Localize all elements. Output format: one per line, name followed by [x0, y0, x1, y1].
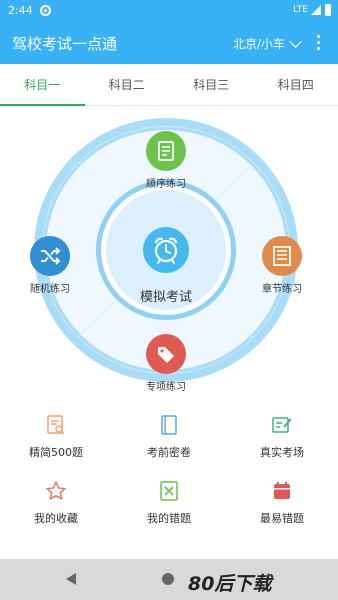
subject-tabs: 科目一 科目二 科目三 科目四 — [0, 64, 338, 106]
most-mistaken-label: 最易错题 — [260, 512, 304, 525]
real-exam-room-label: 真实考场 — [260, 446, 304, 459]
network-type: LTE — [293, 5, 308, 15]
tag-icon — [146, 334, 186, 374]
signal-icon — [311, 5, 321, 15]
document-icon — [146, 131, 186, 171]
pre-exam-paper-button[interactable]: 考前密卷 — [113, 414, 225, 460]
my-favorites-label: 我的收藏 — [34, 512, 78, 525]
back-icon[interactable] — [66, 573, 76, 585]
city-label: 北京/小车 — [233, 37, 286, 51]
real-exam-room-button[interactable]: 真实考场 — [226, 414, 338, 460]
city-picker[interactable]: 北京/小车 — [233, 34, 302, 52]
my-mistakes-label: 我的错题 — [147, 512, 191, 525]
battery-icon — [325, 4, 331, 16]
sequential-practice-label: 顺序练习 — [146, 179, 186, 190]
most-mistaken-button[interactable]: 最易错题 — [226, 480, 338, 526]
practice-wheel: 模拟考试 顺序练习 随机练习 章节练习 专项练习 — [30, 118, 302, 393]
system-nav-bar: 80后下载 — [0, 559, 338, 600]
tab-subject-1[interactable]: 科目一 — [0, 64, 85, 106]
tab-subject-2[interactable]: 科目二 — [85, 64, 170, 105]
special-practice-button[interactable]: 专项练习 — [126, 334, 206, 393]
watermark-logo: 80后下载 — [188, 573, 272, 595]
sync-icon — [40, 5, 51, 16]
random-practice-label: 随机练习 — [30, 284, 70, 295]
sequential-practice-button[interactable]: 顺序练习 — [126, 131, 206, 190]
status-bar: 2:44 LTE — [0, 0, 338, 22]
chapter-practice-label: 章节练习 — [262, 284, 302, 295]
alarm-clock-icon — [143, 227, 189, 273]
mock-exam-label: 模拟考试 — [139, 290, 192, 305]
random-practice-button[interactable]: 随机练习 — [10, 236, 90, 295]
status-time: 2:44 — [8, 4, 33, 17]
star-icon — [45, 480, 67, 502]
edit-icon — [271, 414, 293, 436]
wrong-box-icon — [158, 480, 180, 502]
shuffle-icon — [30, 236, 70, 276]
more-menu-icon[interactable] — [315, 35, 321, 51]
tab-subject-3[interactable]: 科目三 — [169, 64, 254, 105]
pre-exam-paper-label: 考前密卷 — [147, 446, 191, 459]
tab-subject-4[interactable]: 科目四 — [254, 64, 338, 105]
book-icon — [158, 414, 180, 436]
simplified-500-label: 精简500题 — [29, 446, 83, 459]
app-bar: 驾校考试一点通 北京/小车 — [0, 22, 338, 64]
app-title: 驾校考试一点通 — [12, 35, 118, 53]
my-favorites-button[interactable]: 我的收藏 — [0, 480, 112, 526]
simplified-500-button[interactable]: 精简500题 — [0, 414, 112, 460]
list-icon — [262, 236, 302, 276]
special-practice-label: 专项练习 — [146, 382, 186, 393]
notes-search-icon — [45, 414, 67, 436]
calendar-icon — [271, 480, 293, 502]
home-icon[interactable] — [162, 573, 174, 585]
my-mistakes-button[interactable]: 我的错题 — [113, 480, 225, 526]
chevron-down-icon — [289, 34, 302, 48]
chapter-practice-button[interactable]: 章节练习 — [242, 236, 322, 295]
